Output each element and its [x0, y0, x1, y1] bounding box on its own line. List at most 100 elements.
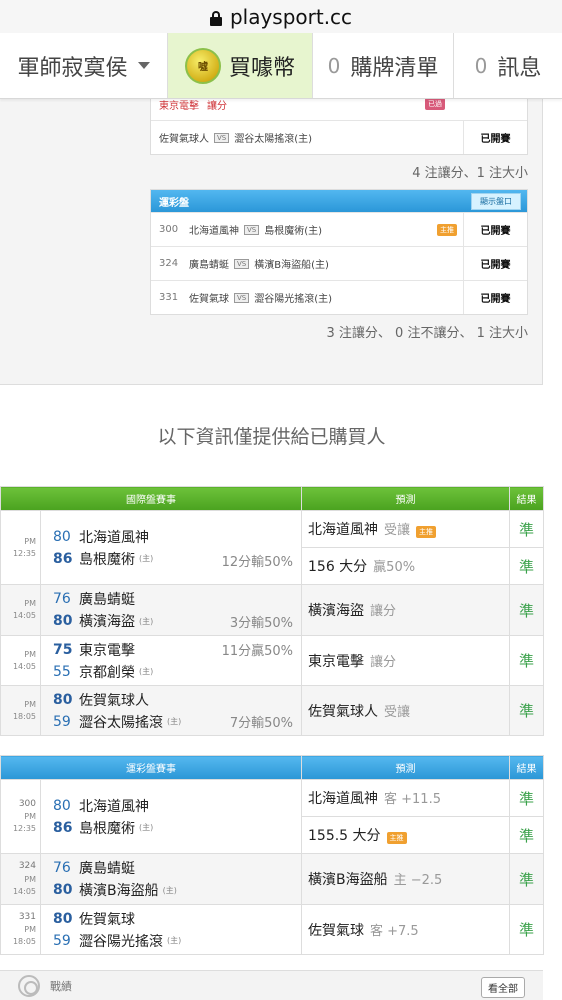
- game-number: 324: [18, 861, 36, 872]
- view-all-button[interactable]: 看全部: [481, 977, 525, 998]
- home-team: 島根魔術: [79, 551, 135, 568]
- home-team: 澀谷太陽搖滾: [79, 714, 163, 731]
- home-team: 澀谷太陽搖滾(主): [234, 134, 313, 145]
- messages-count: 0: [474, 53, 488, 78]
- prediction-sub: 客 +7.5: [370, 923, 419, 939]
- lottery-mini-table: 運彩盤 顯示盤口 300 北海道風神 VS 島根魔術(主) 主推 已開賽 324…: [150, 189, 528, 315]
- result-correct: 準: [509, 779, 544, 817]
- home-score: 80: [53, 613, 73, 629]
- result-correct: 準: [509, 853, 544, 905]
- result-header: 結果: [509, 755, 544, 780]
- prediction-cell: 橫濱B海盜船主 −2.5: [301, 853, 510, 905]
- away-score: 80: [53, 910, 73, 927]
- table-row: 300 北海道風神 VS 島根魔術(主) 主推 已開賽: [151, 212, 527, 246]
- intl-results-table: 國際盤賽事 預測 結果 PM 12:35 80 北海道風神 86 島根魔術 (主) 12…: [0, 486, 544, 736]
- away-team: 廣島蜻蜓: [79, 592, 135, 608]
- game-time: PM 12:35: [12, 812, 36, 834]
- home-mark: (主): [139, 554, 154, 563]
- result-correct: 準: [509, 510, 544, 548]
- featured-tag: 主推: [437, 223, 457, 236]
- prediction-cell: 東京電擊 讓分: [301, 635, 510, 686]
- handicap-result: 12分輸50%: [221, 555, 293, 570]
- prediction-sub: 贏50%: [373, 560, 416, 575]
- away-team: 佐賀氣球人: [159, 134, 209, 145]
- purchase-count: 0: [327, 53, 341, 78]
- user-menu[interactable]: 軍師寂寞侯: [0, 33, 168, 98]
- lottery-summary: 3 注讓分、 0 注不讓分、 1 注大小: [326, 326, 528, 341]
- show-odds-button[interactable]: 顯示盤口: [471, 192, 521, 210]
- away-score: 80: [53, 797, 71, 814]
- prediction-sub: 受讓: [384, 704, 411, 720]
- home-score: 59: [53, 713, 71, 730]
- result-header: 結果: [509, 486, 544, 511]
- table-row: 東京電擊 讓分 已過: [151, 99, 527, 120]
- result-correct: 準: [509, 685, 544, 736]
- home-mark: (主): [139, 667, 154, 676]
- prediction-main: 155.5 大分: [308, 828, 381, 844]
- caret-down-icon: [137, 62, 150, 69]
- table-row: 324 廣島蜻蜓 VS 橫濱B海盜船(主) 已開賽: [151, 246, 527, 280]
- prediction-cell: 北海道風神客 +11.5: [301, 779, 510, 817]
- home-team: 澀谷陽光搖滾(主): [254, 294, 333, 305]
- home-team: 橫濱B海盜船: [79, 883, 159, 899]
- game-number: 300: [159, 224, 179, 235]
- game-number-time: 300 PM 12:35: [0, 779, 41, 854]
- result-correct: 準: [509, 547, 544, 585]
- match-cell: 80 北海道風神 86 島根魔術 (主): [40, 779, 302, 854]
- purchase-list-button[interactable]: 0 購牌清單: [313, 33, 454, 98]
- prediction-header: 預測: [301, 486, 510, 511]
- prediction-main: 東京電擊: [308, 653, 364, 670]
- home-team: 澀谷陽光搖滾: [79, 933, 163, 950]
- game-number-time: 324 PM 14:05: [0, 853, 41, 905]
- home-mark: (主): [139, 823, 154, 832]
- game-status: 已開賽: [463, 213, 527, 246]
- prediction-sub: 讓分: [370, 604, 397, 619]
- lock-icon: [209, 10, 222, 26]
- prediction-main: 橫濱B海盜船: [308, 872, 388, 888]
- match-cell: 80 北海道風神 86 島根魔術 (主) 12分輸50%: [40, 510, 302, 585]
- table-row: 331 PM 18:05 80 佐賀氣球 59 澀谷陽光搖滾 (主) 佐賀氣球客 +7…: [0, 904, 544, 955]
- status-tag: 已過: [425, 99, 445, 110]
- purchased-summary-panel: 東京電擊 讓分 已過 佐賀氣球人 VS 澀谷太陽搖滾(主) 已開賽 4 注讓分、…: [0, 99, 543, 385]
- away-team: 廣島蜻蜓: [79, 861, 135, 877]
- home-mark: (主): [167, 717, 182, 726]
- game-status: 已開賽: [463, 281, 527, 314]
- lottery-mini-header: 運彩盤 顯示盤口: [151, 190, 527, 212]
- table-row: PM 18:05 80 佐賀氣球人 59 澀谷太陽搖滾 (主) 7分輸50% 佐賀氣球人…: [0, 685, 544, 736]
- result-correct: 準: [509, 904, 544, 955]
- away-score: 75: [53, 641, 73, 658]
- table-row: PM 14:05 76 廣島蜻蜓 80 橫濱海盜 (主) 3分輸50% 橫濱海盜 讓分 準: [0, 584, 544, 636]
- bet-type: 讓分: [207, 100, 227, 112]
- away-team: 佐賀氣球: [79, 911, 135, 928]
- table-row: PM 14:05 75 東京電擊 11分贏50% 55 京都創榮 (主) 東京電擊 讓分 …: [0, 635, 544, 686]
- buy-coins-label: 買噱幣: [228, 55, 295, 81]
- game-number: 331: [159, 292, 179, 303]
- game-number-time: 331 PM 18:05: [0, 904, 41, 955]
- vs-icon: VS: [234, 292, 250, 303]
- match-cell: 76 廣島蜻蜓 80 橫濱B海盜船 (主): [40, 853, 302, 905]
- table-row: PM 12:35 80 北海道風神 86 島根魔術 (主) 12分輸50% 北海道風神受…: [0, 510, 544, 585]
- prediction-sub: 讓分: [370, 654, 397, 670]
- handicap-result: 3分輸50%: [229, 615, 293, 631]
- prediction-sub: 主 −2.5: [393, 873, 443, 888]
- home-score: 55: [53, 663, 71, 680]
- browser-url-bar[interactable]: playsport.cc: [0, 0, 562, 33]
- purchase-list-label: 購牌清單: [350, 55, 439, 81]
- url-text: playsport.cc: [229, 4, 353, 29]
- messages-button[interactable]: 0 訊息: [454, 33, 562, 98]
- record-footer: 戰績 看全部: [0, 970, 543, 1000]
- handicap-result: 7分輸50%: [229, 716, 293, 731]
- match-header: 運彩盤賽事: [0, 755, 302, 780]
- record-icon: [18, 974, 40, 997]
- result-correct: 準: [509, 635, 544, 686]
- messages-label: 訊息: [497, 55, 542, 81]
- lottery-header-label: 運彩盤: [159, 197, 189, 209]
- home-team: 橫濱海盜: [79, 614, 135, 630]
- away-score: 76: [53, 591, 71, 607]
- away-team: 北海道風神: [189, 226, 239, 237]
- buy-coins-button[interactable]: 噓 買噱幣: [168, 33, 313, 98]
- prediction-main: 156 大分: [308, 559, 368, 575]
- away-team: 廣島蜻蜓: [189, 260, 229, 271]
- intl-mini-table: 東京電擊 讓分 已過 佐賀氣球人 VS 澀谷太陽搖滾(主) 已開賽: [150, 99, 528, 155]
- away-team: 東京電擊: [79, 642, 135, 659]
